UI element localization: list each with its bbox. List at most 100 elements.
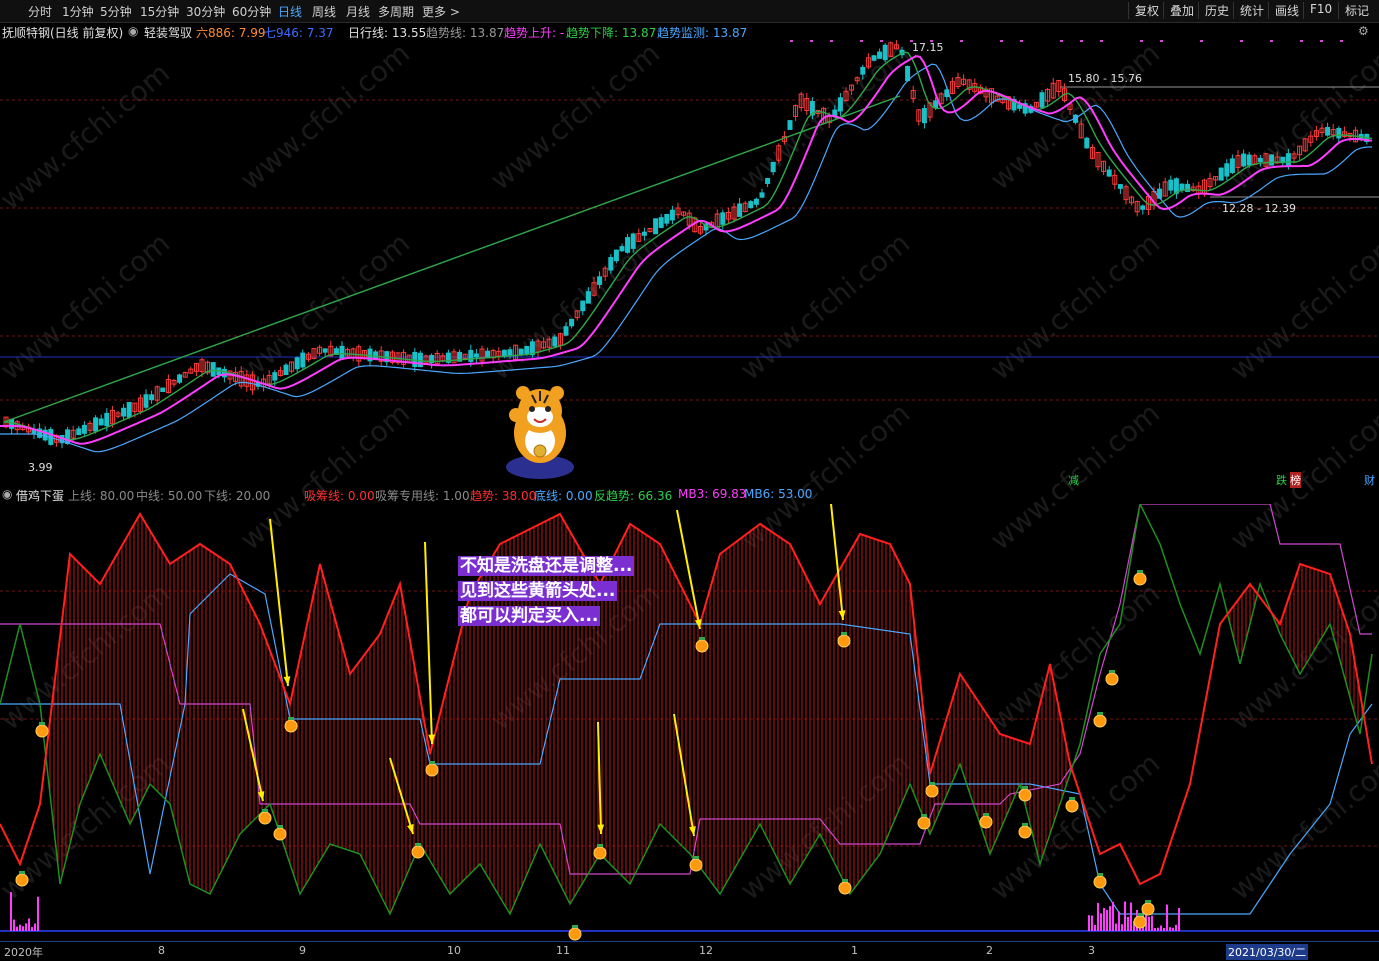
fall-marker: 跌 (1276, 474, 1287, 487)
candle (104, 412, 110, 427)
period-intraday[interactable]: 分时 (28, 3, 52, 20)
candle (787, 120, 793, 130)
candle (300, 352, 306, 368)
sub-toggle-icon[interactable]: ◉ (2, 487, 12, 501)
buy-signal-icon (979, 815, 993, 829)
candle (501, 349, 507, 357)
mb6-value: MB6: 53.00 (744, 487, 813, 501)
candle (9, 418, 15, 429)
absorb-bar (1160, 925, 1162, 931)
leaf-icon (842, 879, 848, 882)
absorb-bar (1097, 902, 1099, 931)
absorb-bar (25, 923, 27, 931)
settings-icon[interactable]: ⚙ (1358, 24, 1369, 38)
candle (664, 213, 670, 224)
absorb-bar (31, 927, 33, 931)
absorb-bar (1157, 927, 1159, 931)
candle (518, 348, 524, 355)
period-multi[interactable]: 多周期 (378, 3, 414, 20)
indicator-chart[interactable] (0, 504, 1379, 941)
axis-label: 3 (1088, 944, 1095, 957)
signal-dot (1200, 40, 1203, 42)
annotation-box: 不知是洗盘还是调整... 见到这些黄箭头处... 都可以判定买入... (458, 554, 635, 629)
candle (1224, 163, 1230, 177)
period-1min[interactable]: 1分钟 (62, 3, 94, 20)
candle (921, 108, 927, 124)
absorb-bar (1106, 909, 1108, 931)
axis-label: 2 (986, 944, 993, 957)
annotation-line-2: 见到这些黄箭头处... (458, 581, 618, 601)
absorb-bar (1121, 924, 1123, 931)
period-60min[interactable]: 60分钟 (232, 3, 271, 20)
absorb-bar (1127, 916, 1129, 931)
absorb-bar (1178, 907, 1180, 931)
candle (283, 364, 289, 375)
candle (143, 394, 149, 408)
candle (76, 428, 82, 436)
trend-value: 趋势: 38.00 (470, 489, 537, 503)
signal-dot (1240, 40, 1243, 42)
history-button[interactable]: 历史 (1198, 2, 1229, 19)
leaf-icon (841, 632, 847, 635)
candle (524, 345, 530, 354)
candle (221, 368, 227, 378)
leaf-icon (1145, 900, 1151, 903)
period-monthly[interactable]: 月线 (346, 3, 370, 20)
candle (882, 44, 888, 61)
candle (860, 66, 866, 75)
axis-label: 8 (158, 944, 165, 957)
absorb-bar (1130, 902, 1132, 931)
mark-button[interactable]: 标记 (1338, 2, 1369, 19)
buy-signal-icon (925, 784, 939, 798)
absorb-bar (1115, 923, 1117, 931)
period-30min[interactable]: 30分钟 (186, 3, 225, 20)
buy-signal-icon (1105, 672, 1119, 686)
yellow-arrow-icon (673, 713, 695, 837)
sub-indicator-name[interactable]: 借鸡下蛋 (16, 487, 64, 504)
absorb-bar (13, 919, 15, 931)
candle (149, 394, 155, 401)
signal-dot (1020, 40, 1023, 42)
indicator-toggle-icon[interactable]: ◉ (128, 24, 138, 38)
candle (580, 300, 586, 312)
low-price-range-label: 12.28 - 12.39 (1222, 202, 1296, 215)
candle (585, 291, 591, 304)
leaf-icon (415, 843, 421, 846)
period-5min[interactable]: 5分钟 (100, 3, 132, 20)
overlay-button[interactable]: 叠加 (1163, 2, 1194, 19)
candle (272, 372, 278, 381)
leaf-icon (1137, 570, 1143, 573)
candle (552, 336, 558, 347)
price-chart[interactable] (0, 40, 1379, 485)
absorb-bar (1094, 924, 1096, 931)
adjust-button[interactable]: 复权 (1128, 2, 1159, 19)
period-more[interactable]: 更多 > (422, 3, 460, 20)
reduce-marker: 减 (1068, 474, 1079, 487)
stock-title: 抚顺特钢(日线 前复权) (2, 26, 124, 40)
period-daily[interactable]: 日线 (278, 3, 302, 20)
stats-button[interactable]: 统计 (1233, 2, 1264, 19)
candle (1179, 183, 1185, 191)
f10-button[interactable]: F10 (1303, 2, 1332, 19)
axis-label: 1 (851, 944, 858, 957)
period-15min[interactable]: 15分钟 (140, 3, 179, 20)
period-weekly[interactable]: 周线 (312, 3, 336, 20)
candle (630, 233, 636, 249)
absorb-bar (10, 892, 12, 931)
indicator-name[interactable]: 轻装驾驭 (144, 24, 192, 41)
axis-label: 11 (556, 944, 570, 957)
candle (1241, 153, 1247, 167)
draw-line-button[interactable]: 画线 (1268, 2, 1299, 19)
candle (1325, 126, 1331, 136)
buy-signal-icon (593, 846, 607, 860)
signal-dot (810, 40, 813, 42)
candle (81, 424, 87, 434)
candle (1229, 158, 1235, 173)
candle (473, 353, 479, 358)
candle (1285, 153, 1291, 167)
time-axis: 2020年 8 9 10 11 12 1 2 3 2021/03/30/二 (0, 941, 1379, 961)
candle (619, 246, 625, 252)
candle (1106, 169, 1112, 177)
candle (177, 374, 183, 383)
absorb-bar (16, 926, 18, 931)
